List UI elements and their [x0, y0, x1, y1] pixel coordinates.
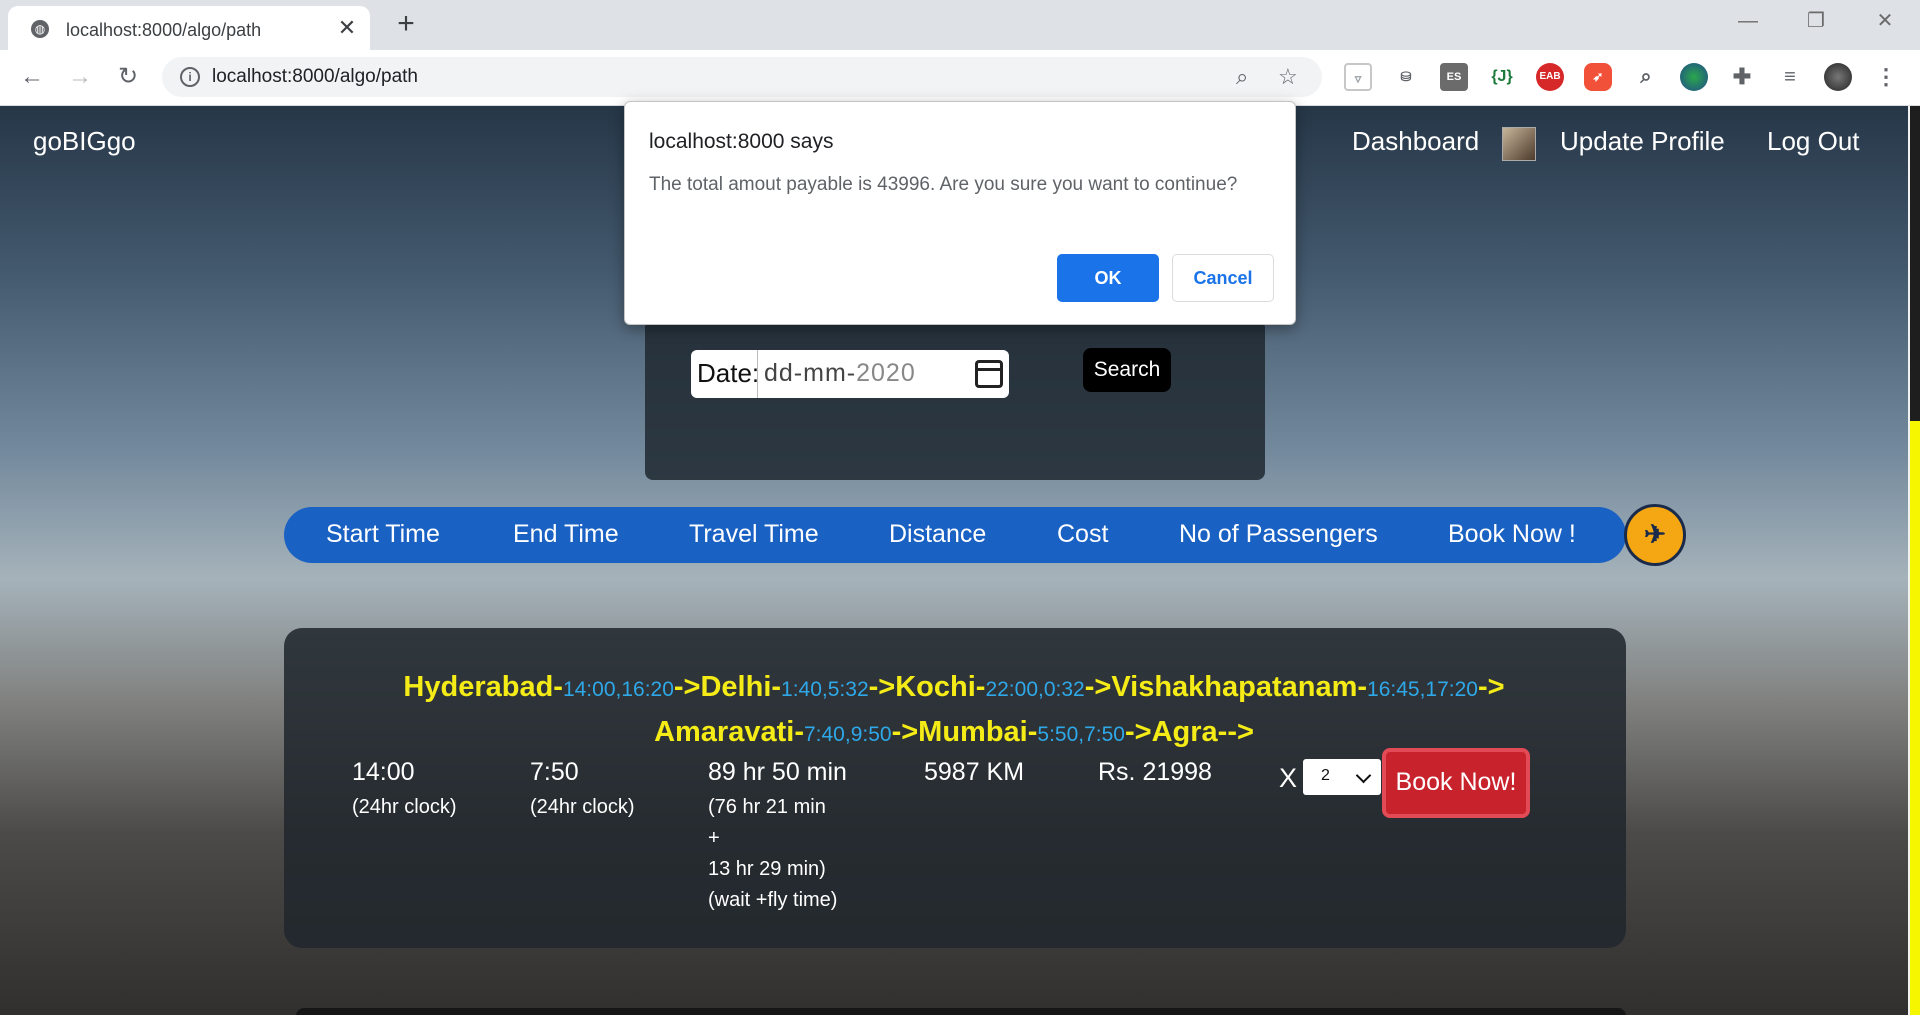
- brand-logo[interactable]: goBIGgo: [33, 126, 136, 157]
- search-button[interactable]: Search: [1083, 348, 1171, 392]
- route-arrow: ->: [1227, 716, 1254, 748]
- zoom-icon[interactable]: ⌕: [1236, 64, 1248, 90]
- user-avatar: [1502, 127, 1536, 161]
- download-icon[interactable]: ⛁: [1392, 63, 1420, 91]
- results-header: Start Time End Time Travel Time Distance…: [284, 507, 1626, 563]
- travel-time: 89 hr 50 min: [708, 758, 847, 786]
- dialog-cancel-button[interactable]: Cancel: [1172, 254, 1274, 302]
- date-field-wrapper: Date: dd-mm-2020: [691, 350, 1009, 398]
- airline-logo-icon: ✈: [1624, 504, 1686, 566]
- browser-toolbar: ← → ↻ i localhost:8000/algo/path ⌕ ☆ ▿ ⛁…: [0, 50, 1920, 106]
- site-info-icon[interactable]: i: [180, 67, 200, 87]
- header-passengers: No of Passengers: [1179, 520, 1378, 548]
- route-times: 1:40,5:32: [781, 678, 869, 701]
- es-icon[interactable]: ES: [1440, 63, 1468, 91]
- route-times: 14:00,16:20: [562, 678, 674, 701]
- distance: 5987 KM: [924, 758, 1025, 786]
- cost: Rs. 21998: [1098, 758, 1212, 786]
- minimize-button[interactable]: —: [1725, 6, 1771, 40]
- route-city: Vishakhapatanam-: [1111, 671, 1368, 703]
- search-ext-icon[interactable]: ⌕: [1632, 63, 1660, 91]
- calendar-icon[interactable]: [975, 360, 1003, 388]
- route-times: 5:50,7:50: [1037, 723, 1125, 746]
- nav-link-update-profile[interactable]: Update Profile: [1560, 126, 1725, 157]
- globe-icon: ◍: [31, 20, 49, 38]
- dialog-title: localhost:8000 says: [649, 130, 834, 153]
- address-bar[interactable]: i localhost:8000/algo/path ⌕ ☆: [162, 57, 1322, 97]
- route-city: Hyderabad-: [403, 671, 563, 703]
- bookmark-star-icon[interactable]: ☆: [1278, 64, 1298, 90]
- route-city: Kochi-: [895, 671, 986, 703]
- end-time-note: (24hr clock): [530, 796, 635, 818]
- route-arrow: ->: [673, 671, 701, 703]
- route-times: 22:00,0:32: [985, 678, 1085, 701]
- header-book-now: Book Now !: [1448, 520, 1576, 548]
- route-arrow: ->: [868, 671, 896, 703]
- end-time: 7:50: [530, 758, 579, 786]
- close-tab-icon[interactable]: ✕: [334, 16, 360, 42]
- passenger-select[interactable]: 2: [1303, 759, 1381, 795]
- tab-title: localhost:8000/algo/path: [66, 20, 262, 40]
- travel-breakdown-3: 13 hr 29 min): [708, 858, 826, 880]
- header-cost: Cost: [1057, 520, 1109, 548]
- globe-ext-icon[interactable]: [1680, 63, 1708, 91]
- result-card: Hyderabad-14:00,16:20->Delhi-1:40,5:32->…: [284, 628, 1626, 948]
- confirm-dialog: localhost:8000 says The total amout paya…: [624, 101, 1296, 325]
- header-distance: Distance: [889, 520, 987, 548]
- travel-breakdown-1: (76 hr 21 min: [708, 796, 826, 818]
- pocket-icon[interactable]: ▿: [1344, 63, 1372, 91]
- nav-link-dashboard[interactable]: Dashboard: [1352, 126, 1479, 157]
- date-year: 2020: [856, 359, 916, 387]
- date-label: Date:: [697, 358, 760, 388]
- date-input[interactable]: dd-mm-2020: [757, 350, 1009, 398]
- travel-breakdown-4: (wait +fly time): [708, 889, 838, 911]
- route-times: 16:45,17:20: [1367, 678, 1478, 701]
- header-start-time: Start Time: [326, 520, 440, 548]
- start-time: 14:00: [352, 758, 415, 786]
- route-arrow: ->: [891, 716, 919, 748]
- travel-breakdown-2: +: [708, 827, 720, 849]
- route-arrow: ->: [1124, 716, 1152, 748]
- eab-icon[interactable]: EAB: [1536, 63, 1564, 91]
- browser-tab[interactable]: ◍ localhost:8000/algo/path ✕: [8, 6, 370, 50]
- url-text[interactable]: localhost:8000/algo/path: [212, 66, 418, 88]
- swift-icon[interactable]: ➶: [1584, 63, 1612, 91]
- route-arrow: ->: [1084, 671, 1112, 703]
- search-panel: Date: dd-mm-2020 Search: [645, 320, 1265, 480]
- route-times: 7:40,9:50: [803, 723, 892, 746]
- new-tab-button[interactable]: +: [389, 8, 423, 42]
- passenger-multiplier: X: [1279, 763, 1298, 793]
- json-icon[interactable]: {J}: [1488, 63, 1516, 91]
- nav-link-logout[interactable]: Log Out: [1767, 126, 1860, 157]
- date-placeholder: dd-mm-: [764, 359, 857, 387]
- reload-icon[interactable]: ↻: [112, 62, 144, 94]
- route-city: Mumbai-: [918, 716, 1038, 748]
- header-travel-time: Travel Time: [689, 520, 819, 548]
- route-city: Amaravati-: [654, 716, 804, 748]
- start-time-note: (24hr clock): [352, 796, 457, 818]
- next-card-edge: [296, 1008, 1626, 1015]
- route-arrow: ->: [1477, 671, 1505, 703]
- scrollbar-upper: [1910, 106, 1920, 421]
- route-city: Agra-: [1151, 716, 1228, 748]
- media-icon[interactable]: ≡: [1776, 63, 1804, 91]
- puzzle-icon[interactable]: ✚: [1728, 63, 1756, 91]
- scrollbar-thumb[interactable]: [1910, 421, 1920, 1015]
- browser-tabstrip: ◍ localhost:8000/algo/path ✕ + — ❐ ✕: [0, 0, 1920, 50]
- dialog-ok-button[interactable]: OK: [1057, 254, 1159, 302]
- menu-icon[interactable]: ⋮: [1872, 63, 1900, 91]
- close-window-button[interactable]: ✕: [1862, 6, 1908, 40]
- route-city: Delhi-: [700, 671, 782, 703]
- back-icon[interactable]: ←: [16, 62, 48, 94]
- restore-button[interactable]: ❐: [1793, 6, 1839, 40]
- route-path: Hyderabad-14:00,16:20->Delhi-1:40,5:32->…: [374, 666, 1534, 756]
- forward-icon[interactable]: →: [64, 62, 96, 94]
- header-end-time: End Time: [513, 520, 619, 548]
- dialog-message: The total amout payable is 43996. Are yo…: [649, 174, 1238, 195]
- book-now-button[interactable]: Book Now!: [1382, 748, 1530, 818]
- profile-avatar[interactable]: [1824, 63, 1852, 91]
